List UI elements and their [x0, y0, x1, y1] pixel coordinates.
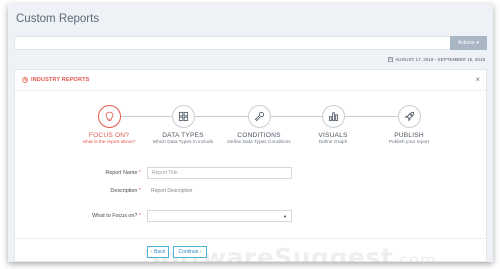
- step-subtitle: Define Data Types Conditions: [227, 140, 291, 145]
- step-subtitle: Which Data Types to include: [152, 140, 214, 145]
- industry-reports-card: INDUSTRY REPORTS × FOCUS ON? what is the…: [14, 69, 487, 262]
- actions-label: Actions: [458, 40, 475, 46]
- date-range-picker[interactable]: AUGUST 17, 2018 - SEPTEMBER 15, 2018: [388, 57, 485, 62]
- chart-icon: [22, 77, 28, 83]
- app-window: Custom Reports Actions ▾ AUGUST 17, 2018…: [8, 4, 493, 262]
- caret-down-icon: ▼: [283, 214, 287, 219]
- watermark-suffix: .com: [393, 251, 437, 262]
- step-circle: [247, 105, 271, 128]
- form-row-report-name: Report Name *: [15, 167, 486, 179]
- card-header: INDUSTRY REPORTS ×: [15, 70, 486, 91]
- card-title-text: INDUSTRY REPORTS: [31, 77, 90, 83]
- step-title: VISUALS: [318, 132, 348, 139]
- required-mark: *: [138, 213, 141, 219]
- page-title: Custom Reports: [16, 13, 100, 25]
- description-label: Description *: [110, 188, 141, 194]
- step-title: CONDITIONS: [237, 132, 281, 139]
- step-subtitle: Define Graph: [318, 140, 348, 145]
- top-toolbar: [14, 36, 487, 50]
- footer-divider: [15, 238, 486, 239]
- focus-label: What to Focus on? *: [92, 213, 141, 219]
- description-field[interactable]: Report Description: [151, 188, 192, 194]
- report-name-input[interactable]: [147, 167, 292, 179]
- step-subtitle: Publish your report: [388, 140, 430, 145]
- required-mark: *: [138, 188, 141, 194]
- rocket-icon: [404, 111, 414, 122]
- step-title: FOCUS ON?: [88, 132, 130, 139]
- wrench-icon: [254, 111, 264, 122]
- caret-down-icon: ▾: [476, 40, 479, 46]
- bar-chart-icon: [328, 112, 338, 122]
- grid-icon: [178, 111, 188, 122]
- actions-button[interactable]: Actions ▾: [450, 36, 487, 50]
- step-circle: [397, 105, 421, 128]
- required-mark: *: [138, 170, 141, 176]
- step-conditions[interactable]: CONDITIONS Define Data Types Conditions: [219, 105, 299, 145]
- date-range-text: AUGUST 17, 2018 - SEPTEMBER 15, 2018: [395, 57, 485, 62]
- continue-button[interactable]: Continue ›: [173, 246, 207, 258]
- description-label-text: Description: [110, 188, 138, 194]
- form-row-focus: What to Focus on? * ▼: [15, 210, 486, 222]
- back-button[interactable]: ‹ Back: [147, 246, 169, 258]
- lightbulb-icon: [105, 111, 113, 121]
- step-circle: [321, 105, 345, 128]
- calendar-icon: [388, 57, 394, 62]
- step-data-types[interactable]: DATA TYPES Which Data Types to include: [143, 105, 223, 145]
- close-icon[interactable]: ×: [475, 75, 480, 85]
- report-name-label-text: Report Name: [105, 170, 138, 176]
- step-subtitle: what is the report about?: [82, 140, 136, 145]
- step-title: DATA TYPES: [162, 132, 204, 139]
- focus-select[interactable]: ▼: [147, 210, 292, 222]
- focus-label-text: What to Focus on?: [92, 213, 138, 219]
- form-row-description: Description * Report Description: [15, 185, 486, 197]
- step-title: PUBLISH: [394, 132, 424, 139]
- step-circle: [171, 105, 195, 128]
- step-publish[interactable]: PUBLISH Publish your report: [369, 105, 449, 145]
- report-name-label: Report Name *: [105, 170, 141, 176]
- step-focus-on[interactable]: FOCUS ON? what is the report about?: [69, 105, 149, 145]
- card-title: INDUSTRY REPORTS: [22, 77, 89, 83]
- step-circle: [97, 105, 121, 128]
- step-visuals[interactable]: VISUALS Define Graph: [293, 105, 373, 145]
